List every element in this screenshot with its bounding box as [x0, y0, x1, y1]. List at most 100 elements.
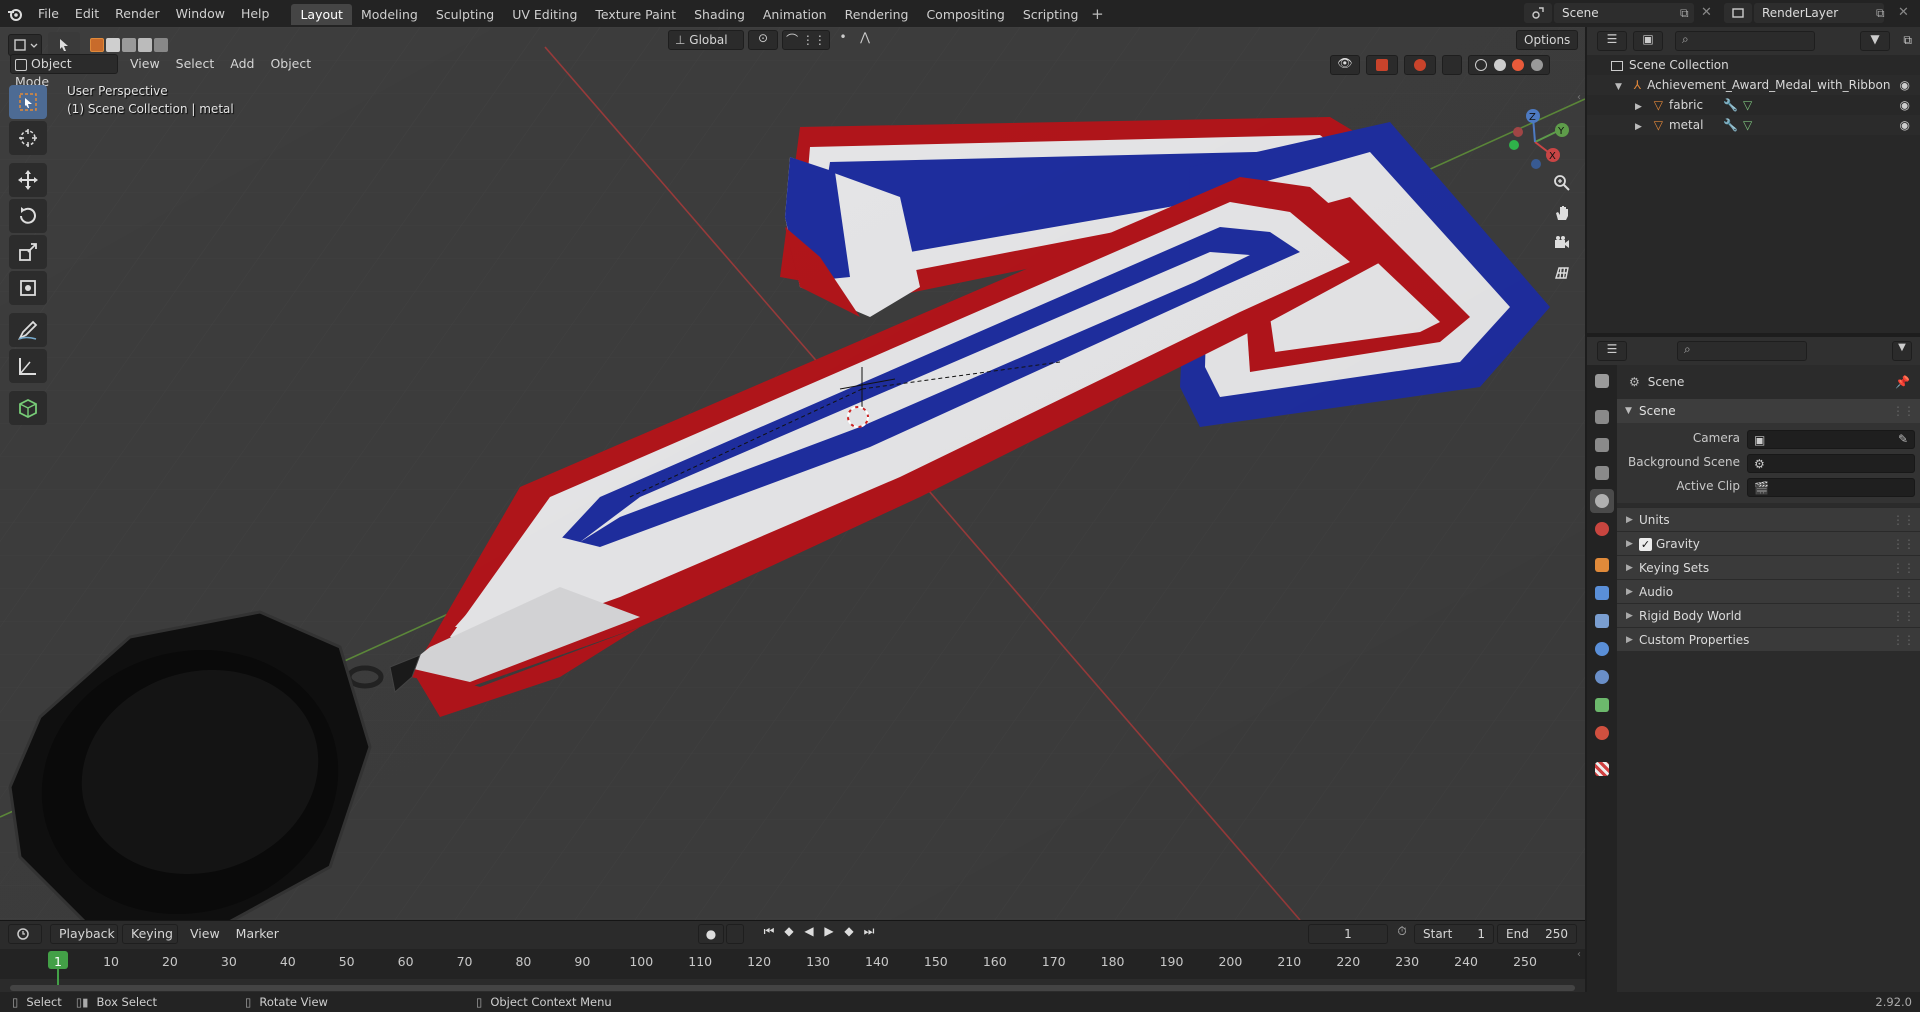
timeline-editor-type-icon[interactable]: [8, 924, 42, 944]
preview-range-icon[interactable]: ⏱: [1392, 924, 1412, 944]
invert-selection-icon[interactable]: [138, 38, 152, 52]
outliner-row-fabric[interactable]: ▶ ▽ fabric 🔧 ▽ ◉: [1587, 95, 1920, 115]
tab-physics[interactable]: [1590, 637, 1614, 661]
menu-select[interactable]: Select: [168, 53, 223, 75]
rotate-tool[interactable]: [9, 199, 47, 233]
solid-shading-icon[interactable]: [1493, 59, 1506, 71]
xray-toggle-icon[interactable]: [1442, 55, 1462, 75]
play-icon[interactable]: ▶: [820, 924, 838, 944]
close-icon[interactable]: ✕: [1701, 5, 1712, 20]
menu-render[interactable]: Render: [107, 0, 168, 27]
tab-scene[interactable]: [1590, 489, 1614, 513]
menu-help[interactable]: Help: [233, 0, 278, 27]
tab-data[interactable]: [1590, 693, 1614, 717]
menu-window[interactable]: Window: [168, 0, 233, 27]
keying-dropdown[interactable]: Keying: [122, 924, 178, 944]
tab-rendering[interactable]: Rendering: [836, 4, 918, 25]
scale-tool[interactable]: [9, 235, 47, 269]
add-workspace-button[interactable]: +: [1087, 5, 1107, 23]
pivot-point-icon[interactable]: ⊙: [748, 30, 778, 50]
material-preview-icon[interactable]: [1512, 59, 1525, 71]
timeline-scrollbar[interactable]: [10, 985, 1575, 991]
tab-output[interactable]: [1590, 433, 1614, 457]
tab-animation[interactable]: Animation: [754, 4, 836, 25]
select-box-tool[interactable]: [9, 85, 47, 119]
gravity-panel-header[interactable]: ▶ ✓ Gravity ⋮⋮: [1617, 531, 1920, 555]
gizmo-neg-z-icon[interactable]: [1531, 159, 1541, 169]
panel-drag-handle[interactable]: ⋮⋮: [1892, 580, 1915, 604]
tab-sculpting[interactable]: Sculpting: [427, 4, 503, 25]
expand-arrow-icon[interactable]: ▼: [1615, 82, 1622, 92]
move-tool[interactable]: [9, 163, 47, 197]
play-reverse-icon[interactable]: ◀: [800, 924, 818, 944]
pan-hand-icon[interactable]: [1549, 200, 1575, 226]
tab-uv-editing[interactable]: UV Editing: [503, 4, 586, 25]
annotate-tool[interactable]: [9, 313, 47, 347]
cursor-tool[interactable]: [9, 121, 47, 155]
tab-compositing[interactable]: Compositing: [917, 4, 1013, 25]
auto-keying-options-icon[interactable]: [726, 924, 744, 944]
next-keyframe-icon[interactable]: ◆: [840, 924, 858, 944]
tab-view-layer[interactable]: [1590, 461, 1614, 485]
tab-particles[interactable]: [1590, 609, 1614, 633]
jump-start-icon[interactable]: ⏮: [760, 924, 778, 944]
panel-drag-handle[interactable]: ⋮⋮: [1892, 532, 1915, 556]
timeline-ruler[interactable]: 1 10 20 30 40 50 60 70 80 90 100 110 120 130 140 150 160…: [0, 949, 1585, 985]
tab-texture[interactable]: [1590, 757, 1614, 781]
record-icon[interactable]: ●: [698, 924, 724, 944]
add-cube-tool[interactable]: [9, 391, 47, 425]
units-panel-header[interactable]: ▶ Units ⋮⋮: [1617, 507, 1920, 531]
timeline-menu-view[interactable]: View: [182, 923, 228, 945]
audio-panel-header[interactable]: ▶ Audio ⋮⋮: [1617, 579, 1920, 603]
transform-orientation-dropdown[interactable]: ⊥ Global: [668, 30, 744, 50]
tab-constraints[interactable]: [1590, 665, 1614, 689]
properties-options-icon[interactable]: ▼: [1892, 341, 1912, 361]
tab-object[interactable]: [1590, 553, 1614, 577]
properties-search-input[interactable]: ⌕: [1677, 341, 1807, 361]
extend-selection-icon[interactable]: [106, 38, 120, 52]
outliner-search-input[interactable]: ⌕: [1675, 31, 1815, 51]
wireframe-shading-icon[interactable]: [1475, 59, 1488, 71]
camera-view-icon[interactable]: [1549, 230, 1575, 256]
tab-world[interactable]: [1590, 517, 1614, 541]
tab-render[interactable]: [1590, 405, 1614, 429]
new-scene-icon[interactable]: ⧉: [1680, 6, 1689, 21]
custom-properties-panel-header[interactable]: ▶ Custom Properties ⋮⋮: [1617, 627, 1920, 651]
visibility-eye-icon[interactable]: ◉: [1900, 75, 1910, 95]
outliner-row-metal[interactable]: ▶ ▽ metal 🔧 ▽ ◉: [1587, 115, 1920, 135]
panel-drag-handle[interactable]: ⋮⋮: [1892, 399, 1915, 423]
visibility-eye-icon[interactable]: ◉: [1900, 95, 1910, 115]
gizmo-neg-y-icon[interactable]: [1509, 140, 1519, 150]
jump-end-icon[interactable]: ⏭: [860, 924, 878, 944]
pin-icon[interactable]: 📌: [1895, 365, 1910, 399]
display-mode-icon[interactable]: ▣: [1633, 31, 1663, 51]
gravity-checkbox[interactable]: ✓: [1639, 538, 1652, 551]
subtract-selection-icon[interactable]: [122, 38, 136, 52]
start-frame-field[interactable]: Start 1: [1414, 924, 1494, 944]
panel-drag-handle[interactable]: ⋮⋮: [1892, 556, 1915, 580]
filter-icon[interactable]: ▼: [1860, 31, 1890, 51]
measure-tool[interactable]: [9, 349, 47, 383]
orthographic-toggle-icon[interactable]: [1549, 260, 1575, 286]
tab-layout[interactable]: Layout: [291, 4, 352, 25]
outliner-row-medal[interactable]: ▼ ⅄ Achievement_Award_Medal_with_Ribbon ◉: [1587, 75, 1920, 95]
menu-edit[interactable]: Edit: [67, 0, 107, 27]
eyedropper-icon[interactable]: ✎: [1898, 432, 1908, 446]
object-mode-dropdown[interactable]: Object Mode: [10, 54, 118, 89]
menu-add[interactable]: Add: [222, 53, 262, 75]
expand-arrow-icon[interactable]: ▶: [1635, 122, 1642, 132]
outliner-row-scene-collection[interactable]: Scene Collection: [1587, 55, 1920, 75]
tab-texture-paint[interactable]: Texture Paint: [586, 4, 685, 25]
properties-editor-type-icon[interactable]: ☰: [1597, 341, 1627, 361]
panel-drag-handle[interactable]: ⋮⋮: [1892, 604, 1915, 628]
proportional-editing-icon[interactable]: •: [834, 30, 852, 50]
tab-modeling[interactable]: Modeling: [352, 4, 427, 25]
tab-tool[interactable]: [1590, 369, 1614, 393]
end-frame-field[interactable]: End 250: [1497, 924, 1577, 944]
tab-scripting[interactable]: Scripting: [1014, 4, 1088, 25]
3d-viewport[interactable]: Object Mode View Select Add Object ⊥ Glo…: [0, 27, 1585, 920]
menu-file[interactable]: File: [30, 0, 67, 27]
new-collection-icon[interactable]: ⧉: [1903, 33, 1912, 48]
timeline-sidebar-toggle-icon[interactable]: ‹: [1577, 949, 1581, 960]
tab-shading[interactable]: Shading: [685, 4, 754, 25]
